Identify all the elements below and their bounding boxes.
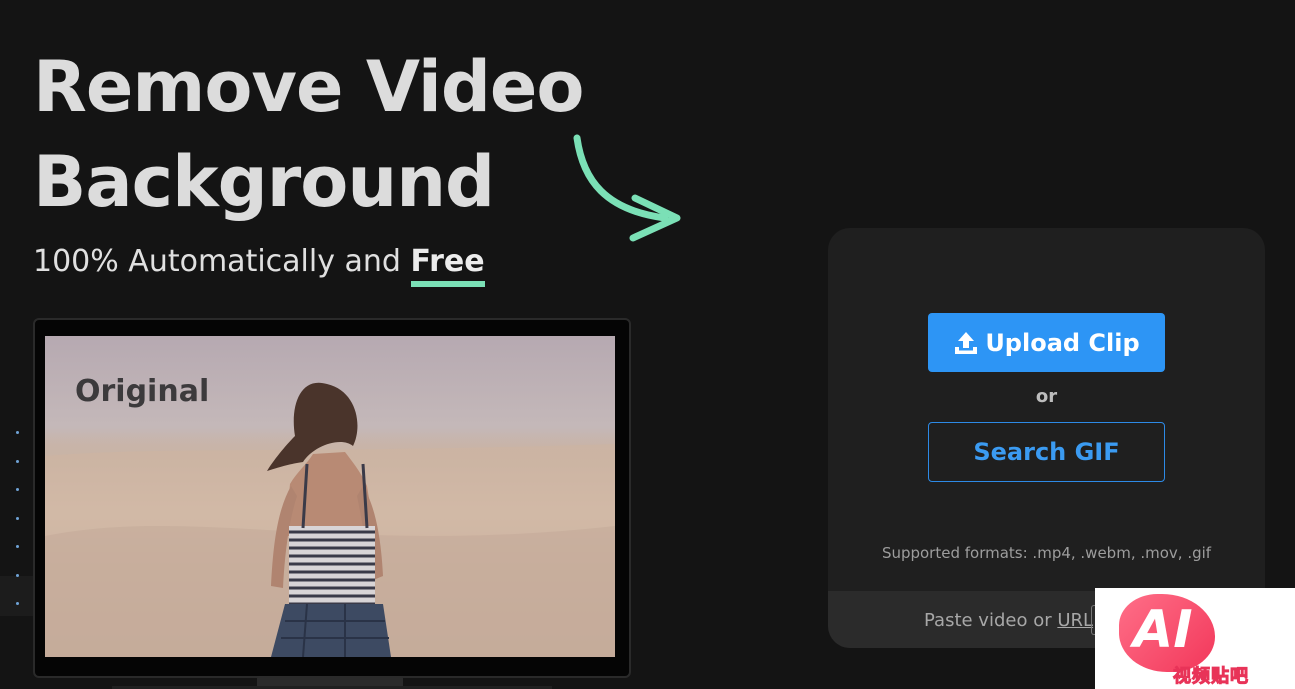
upload-icon	[955, 331, 978, 354]
curved-arrow-icon	[573, 134, 681, 242]
demo-monitor: Original	[33, 318, 631, 678]
video-label: Original	[75, 374, 210, 409]
upload-clip-label: Upload Clip	[985, 328, 1140, 357]
subtitle-free: Free	[410, 244, 485, 287]
paste-prefix: Paste video or	[924, 610, 1052, 631]
subtitle-prefix: 100% Automatically and	[33, 244, 401, 279]
logo-subtext: 视频贴吧	[1173, 666, 1249, 688]
demo-video: Original	[45, 336, 615, 657]
decorative-dots	[16, 431, 19, 631]
upload-clip-button[interactable]: Upload Clip	[928, 313, 1165, 372]
paste-url-link[interactable]: URL	[1057, 610, 1093, 631]
title-line-2: Background	[33, 141, 495, 223]
page-title: Remove Video Background	[33, 40, 584, 230]
watermark-logo: AI 视频贴吧	[1095, 588, 1295, 689]
logo-ai-text: AI	[1133, 600, 1193, 660]
supported-formats: Supported formats: .mp4, .webm, .mov, .g…	[881, 544, 1212, 562]
title-line-1: Remove Video	[33, 46, 584, 128]
search-gif-button[interactable]: Search GIF	[928, 422, 1165, 482]
subtitle: 100% Automatically and Free	[33, 244, 485, 287]
upload-card: Upload Clip or Search GIF Supported form…	[828, 228, 1265, 648]
or-separator: or	[1035, 386, 1058, 407]
paste-hint: Paste video or URL	[924, 610, 1093, 631]
